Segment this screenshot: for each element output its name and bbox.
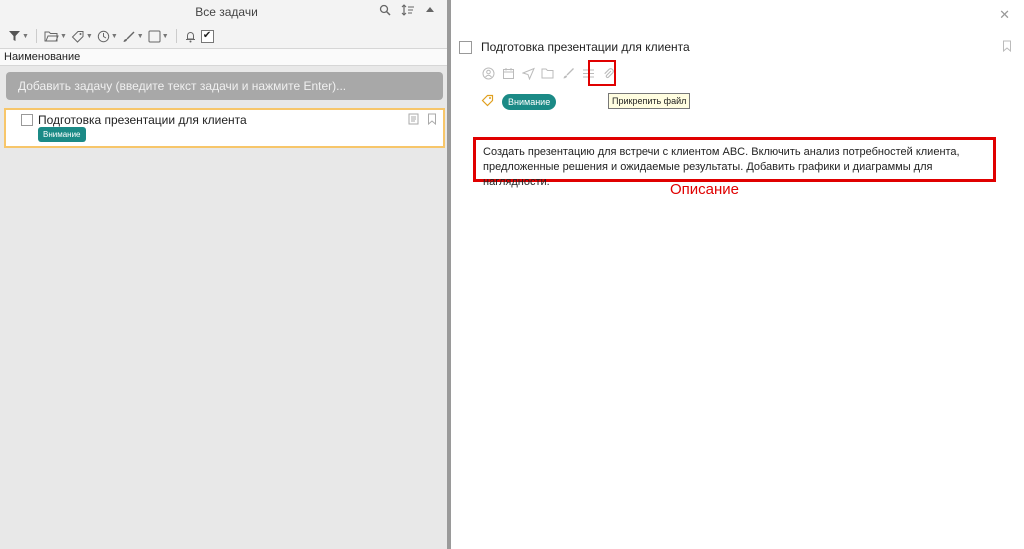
description-annotation-label: Описание xyxy=(670,181,740,198)
attach-tooltip: Прикрепить файл xyxy=(608,93,691,109)
square-icon xyxy=(148,30,161,42)
details-tag-badge[interactable]: Внимание xyxy=(502,94,557,110)
task-complete-checkbox[interactable] xyxy=(21,114,33,126)
sort-icon[interactable] xyxy=(401,4,415,19)
bookmark-icon[interactable] xyxy=(1002,40,1012,55)
filter-button[interactable]: ▼ xyxy=(8,27,29,45)
note-icon[interactable] xyxy=(408,113,419,128)
brush-icon[interactable] xyxy=(561,66,575,80)
task-list-title-bar: Все задачи xyxy=(0,0,447,24)
task-row[interactable]: Подготовка презентации для клиента Внима… xyxy=(4,108,445,148)
details-tag-row: Внимание xyxy=(481,94,557,110)
task-list-pane: Все задачи ▼ ▼ ▼ ▼ ▼ ▼ ✔ Наименование До… xyxy=(0,0,447,549)
collapse-up-icon[interactable] xyxy=(425,4,435,19)
add-task-input[interactable]: Добавить задачу (введите текст задачи и … xyxy=(6,72,443,100)
description-field[interactable]: Создать презентацию для встречи с клиент… xyxy=(473,137,996,188)
column-header-name[interactable]: Наименование xyxy=(0,48,447,66)
task-name: Подготовка презентации для клиента xyxy=(38,113,247,127)
clock-icon xyxy=(97,30,110,42)
task-tag-badge: Внимание xyxy=(38,127,86,142)
user-icon[interactable] xyxy=(481,66,495,80)
brush-icon xyxy=(123,31,135,42)
details-complete-checkbox[interactable] xyxy=(459,41,472,54)
close-icon[interactable]: ✕ xyxy=(999,7,1010,23)
send-icon[interactable] xyxy=(521,66,535,80)
folder-button[interactable]: ▼ xyxy=(44,27,67,45)
search-icon[interactable] xyxy=(379,4,391,19)
show-completed-toggle[interactable]: ✔ xyxy=(200,27,214,45)
tag-button[interactable]: ▼ xyxy=(71,27,93,45)
bookmark-icon[interactable] xyxy=(427,113,437,128)
frame-button[interactable]: ▼ xyxy=(148,27,169,45)
folder-icon[interactable] xyxy=(541,66,555,80)
reminder-button[interactable] xyxy=(184,27,197,45)
filter-toolbar: ▼ ▼ ▼ ▼ ▼ ▼ ✔ xyxy=(0,24,447,48)
tag-icon xyxy=(71,30,84,43)
alarm-icon xyxy=(185,31,195,42)
checkbox-checked-icon: ✔ xyxy=(200,29,214,43)
folder-icon xyxy=(44,31,59,42)
task-details-pane: ✕ Подготовка презентации для клиента При… xyxy=(451,0,1024,549)
details-task-title[interactable]: Подготовка презентации для клиента xyxy=(481,40,690,54)
tag-icon[interactable] xyxy=(481,94,494,110)
attach-highlight-box xyxy=(588,60,616,86)
calendar-icon[interactable] xyxy=(501,66,515,80)
time-button[interactable]: ▼ xyxy=(97,27,118,45)
filter-icon xyxy=(9,31,20,41)
color-button[interactable]: ▼ xyxy=(122,27,144,45)
